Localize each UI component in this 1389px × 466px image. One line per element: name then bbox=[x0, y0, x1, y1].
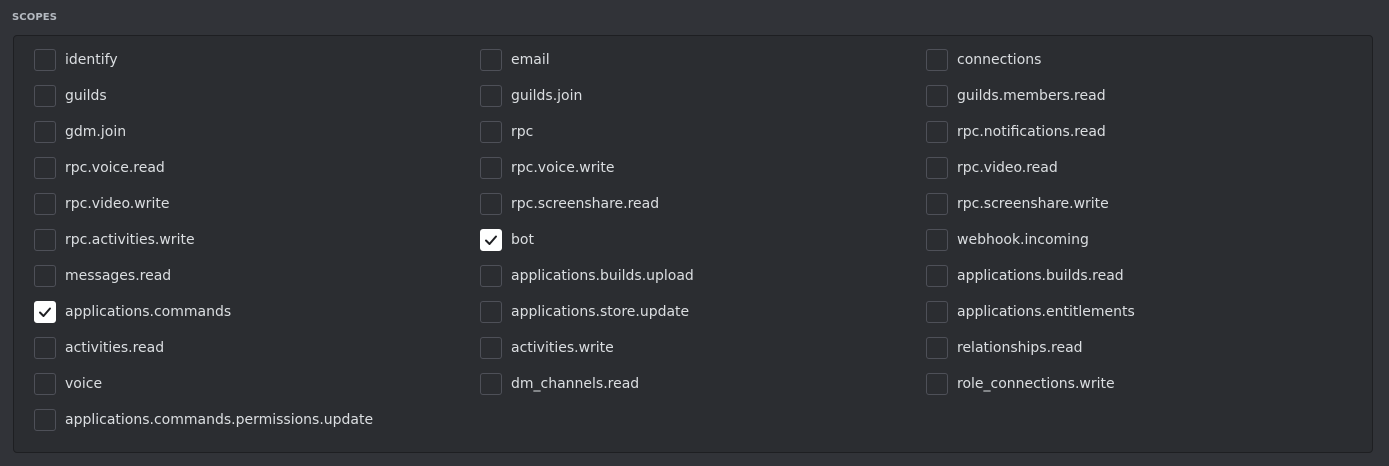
scope-label: connections bbox=[957, 52, 1042, 68]
checkbox[interactable] bbox=[34, 193, 56, 215]
checkbox[interactable] bbox=[34, 85, 56, 107]
checkbox[interactable] bbox=[34, 265, 56, 287]
scope-label: identify bbox=[65, 52, 118, 68]
scope-checkbox-rpc-notifications-read[interactable]: rpc.notifications.read bbox=[926, 120, 1372, 144]
scope-checkbox-guilds-join[interactable]: guilds.join bbox=[480, 84, 926, 108]
checkbox[interactable] bbox=[34, 409, 56, 431]
scope-checkbox-role-connections-write[interactable]: role_connections.write bbox=[926, 372, 1372, 396]
scope-label: bot bbox=[511, 232, 534, 248]
scope-label: rpc.screenshare.write bbox=[957, 196, 1109, 212]
scope-label: applications.builds.read bbox=[957, 268, 1124, 284]
scope-label: rpc.activities.write bbox=[65, 232, 195, 248]
scope-checkbox-identify[interactable]: identify bbox=[34, 48, 480, 72]
checkmark-icon bbox=[485, 235, 497, 245]
scope-checkbox-rpc-screenshare-read[interactable]: rpc.screenshare.read bbox=[480, 192, 926, 216]
scope-label: dm_channels.read bbox=[511, 376, 640, 392]
checkbox[interactable] bbox=[480, 157, 502, 179]
checkbox[interactable] bbox=[480, 193, 502, 215]
checkbox[interactable] bbox=[480, 301, 502, 323]
scope-label: gdm.join bbox=[65, 124, 127, 140]
checkbox[interactable] bbox=[34, 229, 56, 251]
scope-label: applications.entitlements bbox=[957, 304, 1135, 320]
checkbox[interactable] bbox=[480, 265, 502, 287]
checkmark-icon bbox=[39, 307, 51, 317]
scope-label: guilds.members.read bbox=[957, 88, 1106, 104]
scope-label: relationships.read bbox=[957, 340, 1083, 356]
checkbox[interactable] bbox=[480, 85, 502, 107]
scope-checkbox-activities-read[interactable]: activities.read bbox=[34, 336, 480, 360]
scope-checkbox-applications-commands[interactable]: applications.commands bbox=[34, 300, 480, 324]
scope-checkbox-rpc-activities-write[interactable]: rpc.activities.write bbox=[34, 228, 480, 252]
scope-checkbox-rpc-video-read[interactable]: rpc.video.read bbox=[926, 156, 1372, 180]
scope-checkbox-applications-builds-upload[interactable]: applications.builds.upload bbox=[480, 264, 926, 288]
scope-label: applications.builds.upload bbox=[511, 268, 694, 284]
scope-label: applications.commands bbox=[65, 304, 232, 320]
scope-checkbox-webhook-incoming[interactable]: webhook.incoming bbox=[926, 228, 1372, 252]
scope-checkbox-gdm-join[interactable]: gdm.join bbox=[34, 120, 480, 144]
scope-checkbox-rpc-video-write[interactable]: rpc.video.write bbox=[34, 192, 480, 216]
scope-checkbox-applications-entitlements[interactable]: applications.entitlements bbox=[926, 300, 1372, 324]
scope-label: applications.store.update bbox=[511, 304, 690, 320]
checkbox[interactable] bbox=[34, 337, 56, 359]
scope-checkbox-applications-builds-read[interactable]: applications.builds.read bbox=[926, 264, 1372, 288]
scope-checkbox-bot[interactable]: bot bbox=[480, 228, 926, 252]
scope-label: role_connections.write bbox=[957, 376, 1115, 392]
checkbox[interactable] bbox=[926, 49, 948, 71]
checkbox[interactable] bbox=[34, 121, 56, 143]
checkbox[interactable] bbox=[926, 157, 948, 179]
scope-label: rpc.video.read bbox=[957, 160, 1058, 176]
scope-label: guilds bbox=[65, 88, 107, 104]
scopes-grid: identify email connections guilds guilds.joi… bbox=[34, 48, 1372, 444]
scope-checkbox-guilds[interactable]: guilds bbox=[34, 84, 480, 108]
checkbox[interactable] bbox=[34, 49, 56, 71]
scope-checkbox-rpc[interactable]: rpc bbox=[480, 120, 926, 144]
scope-checkbox-rpc-voice-write[interactable]: rpc.voice.write bbox=[480, 156, 926, 180]
scope-label: rpc.voice.write bbox=[511, 160, 615, 176]
scope-label: messages.read bbox=[65, 268, 172, 284]
scope-checkbox-rpc-screenshare-write[interactable]: rpc.screenshare.write bbox=[926, 192, 1372, 216]
checkbox[interactable] bbox=[926, 193, 948, 215]
checkbox[interactable] bbox=[926, 337, 948, 359]
checkbox[interactable] bbox=[480, 229, 502, 251]
scope-checkbox-dm-channels-read[interactable]: dm_channels.read bbox=[480, 372, 926, 396]
checkbox[interactable] bbox=[926, 301, 948, 323]
scope-checkbox-email[interactable]: email bbox=[480, 48, 926, 72]
scope-checkbox-voice[interactable]: voice bbox=[34, 372, 480, 396]
scope-label: rpc.notifications.read bbox=[957, 124, 1106, 140]
checkbox[interactable] bbox=[34, 157, 56, 179]
checkbox[interactable] bbox=[480, 373, 502, 395]
scope-label: activities.read bbox=[65, 340, 165, 356]
scopes-panel: identify email connections guilds guilds.joi… bbox=[13, 35, 1373, 453]
checkbox[interactable] bbox=[926, 373, 948, 395]
scope-label: voice bbox=[65, 376, 103, 392]
scope-checkbox-activities-write[interactable]: activities.write bbox=[480, 336, 926, 360]
section-title: SCOPES bbox=[12, 12, 58, 23]
scope-label: webhook.incoming bbox=[957, 232, 1089, 248]
checkbox[interactable] bbox=[926, 85, 948, 107]
scope-checkbox-messages-read[interactable]: messages.read bbox=[34, 264, 480, 288]
checkbox[interactable] bbox=[926, 265, 948, 287]
scope-label: applications.commands.permissions.update bbox=[65, 412, 374, 428]
scope-label: rpc.voice.read bbox=[65, 160, 165, 176]
scope-label: rpc.video.write bbox=[65, 196, 170, 212]
scope-label: rpc bbox=[511, 124, 534, 140]
scope-checkbox-rpc-voice-read[interactable]: rpc.voice.read bbox=[34, 156, 480, 180]
scope-checkbox-applications-store-update[interactable]: applications.store.update bbox=[480, 300, 926, 324]
scope-label: email bbox=[511, 52, 550, 68]
scope-checkbox-applications-commands-permissions-update[interactable]: applications.commands.permissions.update bbox=[34, 408, 480, 432]
checkbox[interactable] bbox=[926, 229, 948, 251]
checkbox[interactable] bbox=[34, 301, 56, 323]
scope-checkbox-connections[interactable]: connections bbox=[926, 48, 1372, 72]
checkbox[interactable] bbox=[480, 337, 502, 359]
scope-checkbox-guilds-members-read[interactable]: guilds.members.read bbox=[926, 84, 1372, 108]
checkbox[interactable] bbox=[926, 121, 948, 143]
checkbox[interactable] bbox=[480, 121, 502, 143]
scope-checkbox-relationships-read[interactable]: relationships.read bbox=[926, 336, 1372, 360]
checkbox[interactable] bbox=[34, 373, 56, 395]
scope-label: activities.write bbox=[511, 340, 614, 356]
scope-label: guilds.join bbox=[511, 88, 583, 104]
checkbox[interactable] bbox=[480, 49, 502, 71]
scope-label: rpc.screenshare.read bbox=[511, 196, 660, 212]
